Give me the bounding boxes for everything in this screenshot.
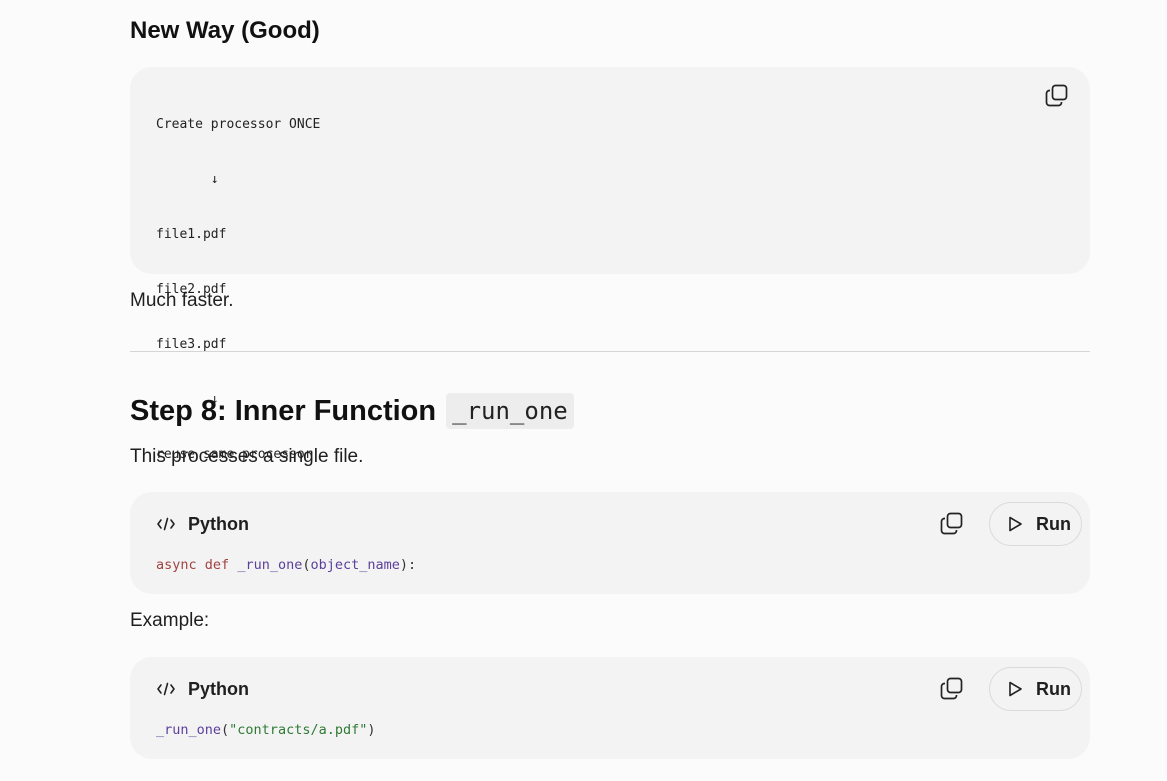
code-line: ↓: [156, 172, 219, 187]
example-label: Example:: [130, 610, 210, 631]
python-code-block-1: Python Run async def _run_one(object_nam…: [130, 492, 1090, 594]
code-line: file1.pdf: [156, 227, 227, 242]
code-function-name: _run_one: [237, 557, 303, 573]
play-icon: [1009, 681, 1022, 697]
code-line: Create processor ONCE: [156, 117, 321, 132]
code-icon: [156, 516, 176, 532]
code-block-header: Python: [156, 679, 249, 699]
play-icon: [1009, 516, 1022, 532]
language-label: Python: [188, 678, 249, 699]
code-punct: ):: [399, 557, 417, 573]
code-line: file3.pdf: [156, 337, 227, 352]
code-string: "contracts/a.pdf": [229, 722, 368, 738]
run-label: Run: [1036, 513, 1071, 534]
python-code-block-2: Python Run _run_one("contracts/a.pdf"): [130, 657, 1090, 759]
copy-icon[interactable]: [1044, 82, 1070, 108]
run-button[interactable]: Run: [989, 667, 1082, 711]
step8-heading: Step 8: Inner Function _run_one: [130, 391, 574, 431]
code-icon: [156, 681, 176, 697]
run-button[interactable]: Run: [989, 502, 1082, 546]
language-label: Python: [188, 513, 249, 534]
code-keyword: def: [204, 557, 230, 573]
paragraph-much-faster: Much faster.: [130, 290, 234, 311]
step8-intro: This processes a single file.: [130, 446, 364, 467]
divider: [130, 351, 1090, 352]
step8-heading-text: Step 8: Inner Function: [130, 395, 437, 427]
copy-icon[interactable]: [939, 510, 965, 536]
code-function-name: _run_one: [156, 722, 222, 738]
code-punct: ): [367, 722, 376, 738]
section-heading-new-way: New Way (Good): [130, 17, 320, 44]
code-argument: object_name: [310, 557, 400, 573]
run-label: Run: [1036, 678, 1071, 699]
copy-icon[interactable]: [939, 675, 965, 701]
step8-heading-inline-code: _run_one: [446, 393, 574, 429]
python-code-line: async def _run_one(object_name):: [156, 555, 416, 575]
code-keyword: async: [156, 557, 197, 573]
python-code-line: _run_one("contracts/a.pdf"): [156, 720, 375, 740]
plain-code-block: Create processor ONCE ↓ file1.pdf file2.…: [130, 67, 1090, 462]
code-block-header: Python: [156, 514, 249, 534]
code-punct: (: [221, 722, 230, 738]
